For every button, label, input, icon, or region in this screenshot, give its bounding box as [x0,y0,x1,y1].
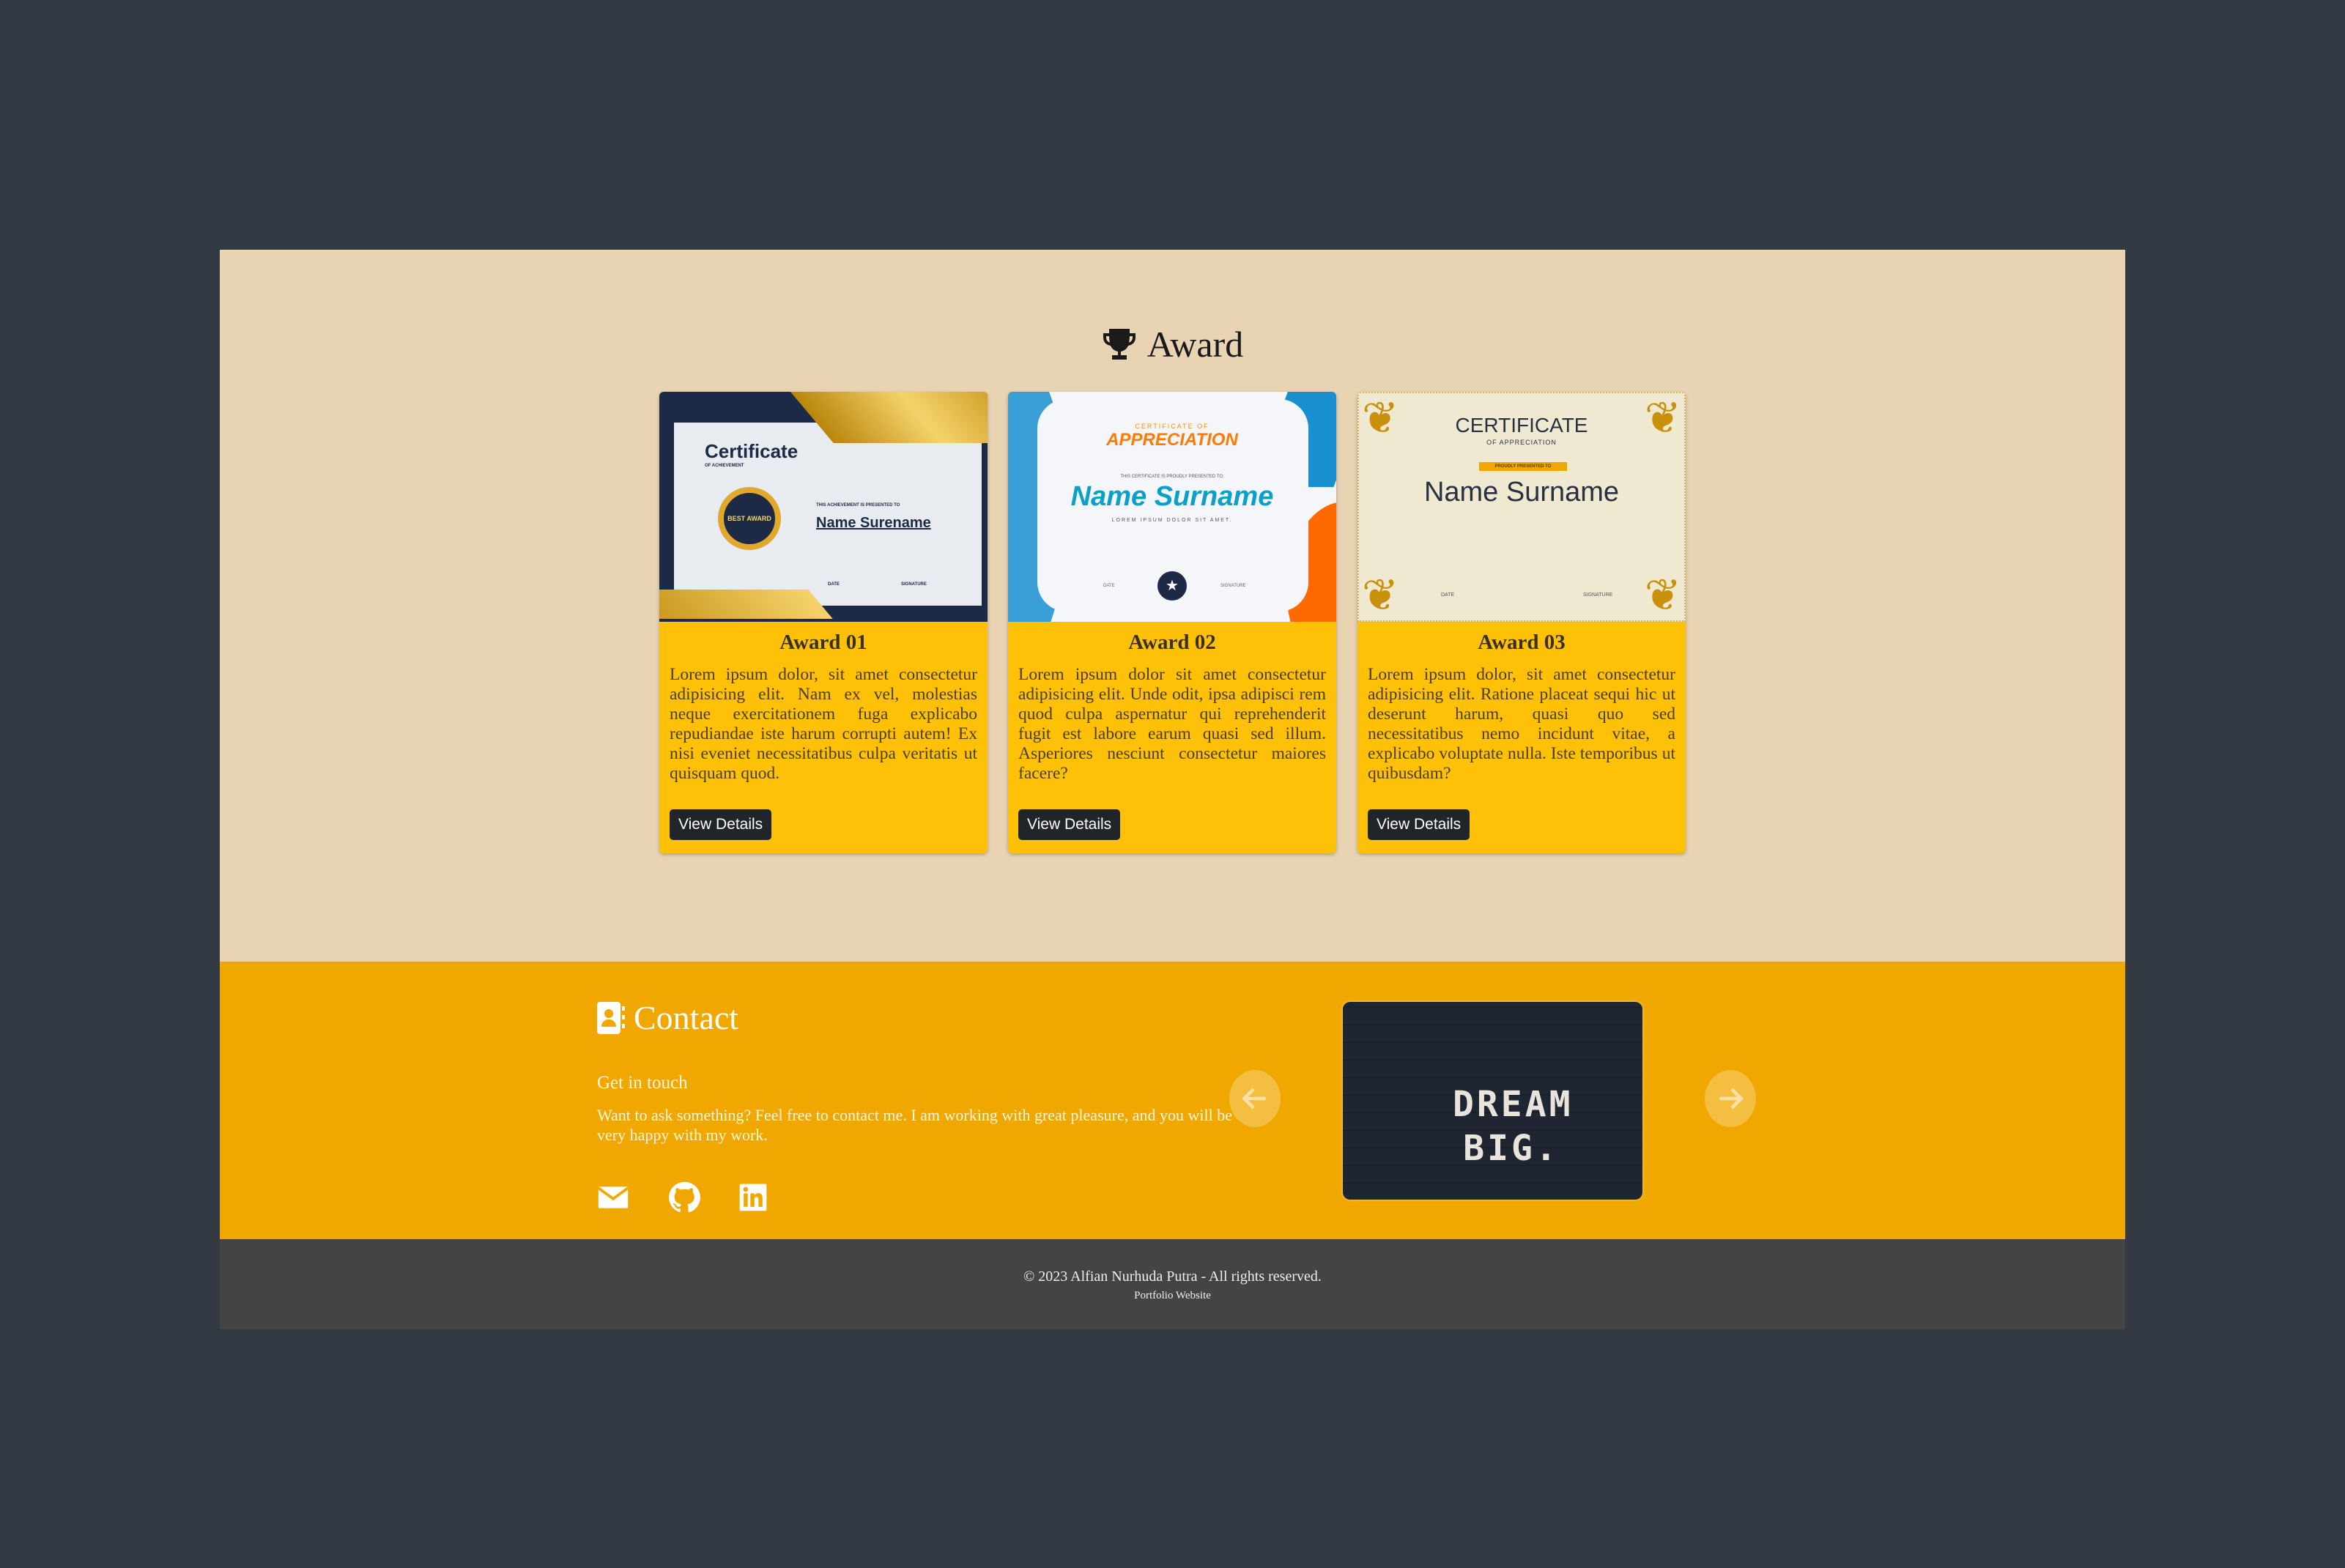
email-link[interactable] [597,1181,629,1214]
award-section: Award Certificate OF ACHIEVEMENT BEST AW… [220,250,2125,962]
certificate-image[interactable]: Certificate OF ACHIEVEMENT BEST AWARD TH… [659,392,988,622]
contact-section: Contact Get in touch Want to ask somethi… [220,962,2125,1239]
cert-date: DATE [1103,584,1115,588]
cert-heading: APPRECIATION [1106,430,1238,450]
cert-name: Name Surename [816,515,931,531]
contact-heading: Contact [597,998,738,1037]
cert-sub: OF ACHIEVEMENT [705,464,744,468]
view-details-button[interactable]: View Details [1018,809,1121,840]
certificate-image[interactable]: ❦ ❦ ❦ ❦ CERTIFICATE OF APPRECIATION PROU… [1357,392,1686,622]
award-card: ❦ ❦ ❦ ❦ CERTIFICATE OF APPRECIATION PROU… [1357,392,1686,853]
github-link[interactable] [668,1181,700,1214]
cert-sub: LOREM IPSUM DOLOR SIT AMET. [1111,518,1233,523]
linkedin-link[interactable] [737,1181,769,1214]
cert-date: DATE [828,582,840,587]
cert-heading: CERTIFICATE [1455,414,1588,436]
github-icon [669,1181,700,1213]
ornament-icon: ❦ [1644,571,1681,620]
contact-text: Want to ask something? Feel free to cont… [597,1106,1232,1144]
card-description: Lorem ipsum dolor sit amet consectetur a… [1018,665,1326,783]
card-description: Lorem ipsum dolor, sit amet consectetur … [1368,665,1675,783]
award-card: CERTIFICATE OF APPRECIATION THIS CERTIFI… [1008,392,1336,853]
cert-name: Name Surname [1070,481,1274,512]
footer: © 2023 Alfian Nurhuda Putra - All rights… [220,1239,2125,1329]
footer-subtitle: Portfolio Website [1134,1290,1211,1301]
address-book-icon [597,1001,625,1034]
carousel-image: DREAM BIG. [1343,1002,1642,1200]
cert-date: DATE [1441,592,1455,598]
award-badge: BEST AWARD [718,487,781,550]
cert-ribbon: PROUDLY PRESENTED TO [1479,462,1567,471]
card-title: Award 02 [1128,631,1216,654]
ornament-icon: ❦ [1362,571,1399,620]
card-title: Award 03 [1478,631,1566,654]
certificate-image[interactable]: CERTIFICATE OF APPRECIATION THIS CERTIFI… [1008,392,1336,622]
cert-signature: SIGNATURE [1583,592,1613,598]
linkedin-icon [739,1184,767,1211]
card-description: Lorem ipsum dolor, sit amet consectetur … [670,665,977,783]
carousel-prev-button[interactable] [1229,1070,1281,1127]
card-title: Award 01 [779,631,867,654]
trophy-icon [1103,329,1136,360]
arrow-left-icon [1242,1088,1266,1110]
view-details-button[interactable]: View Details [1368,809,1470,840]
cert-signature: SIGNATURE [1220,584,1246,588]
award-card: Certificate OF ACHIEVEMENT BEST AWARD TH… [659,392,988,853]
cert-signature: SIGNATURE [901,582,927,587]
award-heading: Award [220,323,2125,365]
badge-text: BEST AWARD [727,515,771,522]
envelope-icon [597,1186,629,1208]
cert-heading: Certificate [705,440,799,462]
award-title: Award [1146,324,1244,365]
cert-presented: THIS CERTIFICATE IS PROUDLY PRESENTED TO… [1120,475,1224,479]
page: Award Certificate OF ACHIEVEMENT BEST AW… [220,250,2125,1329]
cert-sub: OF APPRECIATION [1486,439,1557,446]
star-seal-icon: ★ [1157,571,1187,601]
carousel-next-button[interactable] [1705,1070,1756,1127]
view-details-button[interactable]: View Details [670,809,772,840]
contact-title: Contact [634,999,739,1036]
copyright-text: © 2023 Alfian Nurhuda Putra - All rights… [1023,1268,1322,1285]
cert-presented: THIS ACHIEVEMENT IS PRESENTED TO [816,503,900,508]
cert-top: CERTIFICATE OF [1135,423,1209,430]
cert-name: Name Surname [1423,477,1620,508]
carousel-image-text: DREAM BIG. [1453,1084,1574,1169]
contact-subtitle: Get in touch [597,1073,688,1093]
arrow-right-icon [1719,1088,1744,1110]
